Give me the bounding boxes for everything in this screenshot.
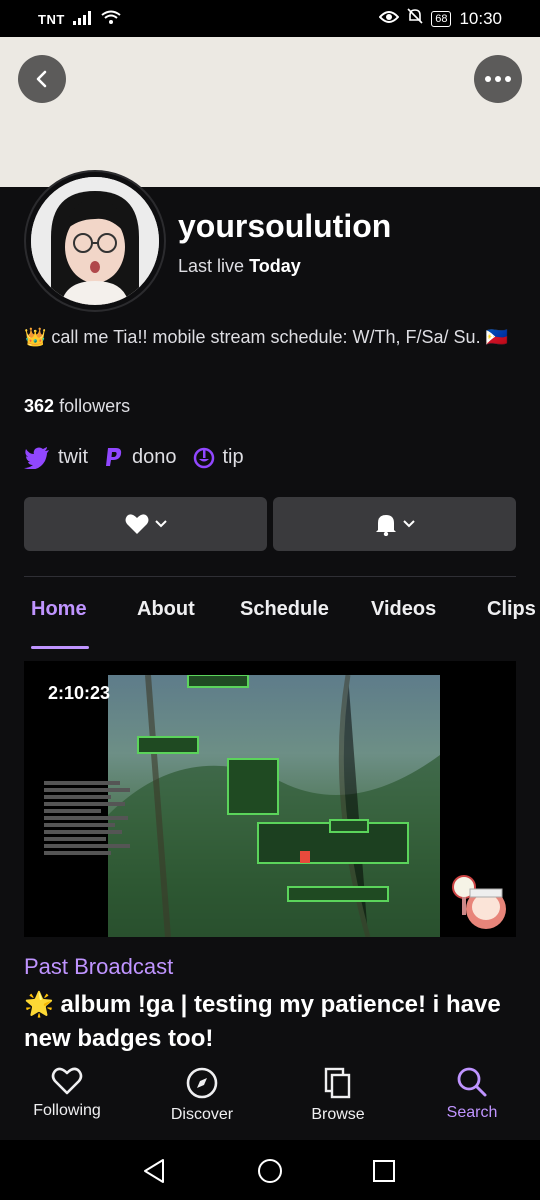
nav-following[interactable]: Following [7, 1066, 127, 1120]
avatar[interactable] [24, 170, 166, 312]
follower-count: 362 followers [24, 396, 130, 417]
social-links: twit dono tip [24, 446, 260, 469]
nav-browse[interactable]: Browse [278, 1066, 398, 1124]
chevron-left-icon [36, 70, 47, 88]
twitter-icon [24, 446, 49, 469]
nav-search[interactable]: Search [412, 1066, 532, 1122]
nav-browse-label: Browse [311, 1106, 365, 1123]
signal-icon [72, 10, 93, 29]
clock: 10:30 [459, 8, 502, 28]
link-dono-label: dono [132, 446, 177, 468]
channel-username: yoursoulution [178, 208, 392, 244]
mascot-overlay [448, 869, 510, 931]
active-tab-indicator [31, 646, 89, 649]
channel-tabs: Home About Schedule Videos Clips [0, 598, 540, 650]
bell-icon [375, 515, 396, 536]
link-tip-label: tip [222, 446, 244, 468]
status-bar: TNT 68 10:30 [0, 0, 540, 37]
last-live-value: Today [249, 256, 301, 276]
search-icon [457, 1067, 487, 1097]
more-dots-icon [485, 76, 511, 82]
channel-banner [0, 37, 540, 187]
follow-button[interactable] [24, 497, 267, 551]
notifications-button[interactable] [273, 497, 516, 551]
battery-indicator: 68 [431, 10, 452, 27]
tab-clips[interactable]: Clips [487, 598, 536, 621]
last-live-label: Last live [178, 256, 245, 276]
tab-about[interactable]: About [137, 598, 195, 621]
video-type-label: Past Broadcast [24, 954, 174, 979]
nav-discover[interactable]: Discover [142, 1066, 262, 1124]
system-back-icon[interactable] [142, 1158, 166, 1184]
link-twit[interactable]: twit [24, 446, 88, 469]
gameplay-scene [108, 674, 440, 937]
channel-screen: TNT 68 10:30 yoursoulution Last live Tod… [0, 0, 540, 1200]
avatar-image [31, 177, 159, 305]
follower-count-label: followers [59, 396, 131, 416]
compass-icon [186, 1067, 218, 1099]
paypal-icon [106, 447, 122, 466]
link-tip[interactable]: tip [193, 446, 244, 469]
video-thumbnail[interactable]: 2:10:23 [24, 661, 516, 937]
nav-following-label: Following [33, 1102, 101, 1119]
mute-bell-icon [407, 8, 423, 29]
nav-discover-label: Discover [170, 1106, 234, 1123]
system-home-icon[interactable] [257, 1158, 283, 1184]
carrier-label: TNT [38, 12, 65, 27]
eye-icon [378, 9, 400, 29]
link-dono[interactable]: dono [104, 446, 177, 469]
section-divider [24, 576, 516, 577]
system-recents-icon[interactable] [372, 1159, 396, 1183]
streamelements-icon [193, 447, 214, 468]
last-live-status: Last live Today [178, 256, 301, 277]
wifi-icon [101, 10, 121, 29]
chevron-down-icon [402, 520, 415, 528]
chevron-down-icon [154, 520, 167, 528]
link-twit-label: twit [58, 446, 88, 468]
video-duration: 2:10:23 [48, 683, 111, 703]
more-options-button[interactable] [474, 55, 522, 103]
heart-icon [125, 514, 148, 534]
channel-bio: 👑 call me Tia!! mobile stream schedule: … [24, 327, 508, 347]
tab-schedule[interactable]: Schedule [240, 598, 329, 621]
follower-count-value: 362 [24, 396, 55, 416]
chat-overlay [44, 781, 139, 858]
browse-icon [324, 1067, 351, 1099]
bottom-navigation: Following Discover Browse Search [0, 1058, 540, 1140]
tab-videos[interactable]: Videos [371, 598, 436, 621]
back-button[interactable] [18, 55, 66, 103]
nav-search-label: Search [446, 1104, 498, 1121]
system-navigation-bar [0, 1140, 540, 1200]
video-title[interactable]: 🌟 album !ga | testing my patience! i hav… [24, 988, 516, 1056]
tab-home[interactable]: Home [31, 598, 87, 621]
heart-icon [51, 1067, 83, 1095]
